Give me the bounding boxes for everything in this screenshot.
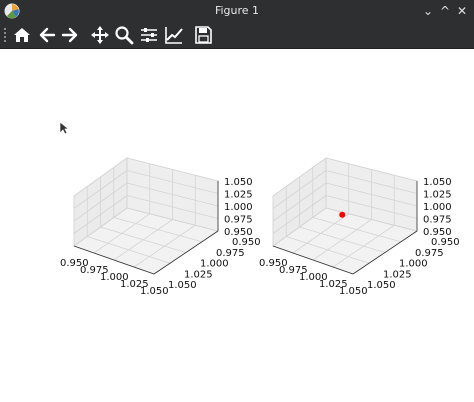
- z-tick-label: 1.025: [224, 190, 253, 201]
- z-tick-label: 1.000: [224, 202, 253, 213]
- z-tick-label: 1.050: [423, 177, 452, 188]
- axes-3d-left[interactable]: 0.9500.9751.0001.0251.0500.9500.9751.000…: [60, 157, 261, 297]
- z-tick-label: 0.975: [423, 215, 452, 226]
- figure-canvas[interactable]: 0.950 0.975 1.000 1.025 1.050 0.950 0.975 1.000…: [0, 49, 474, 402]
- z-tick-label: 1.025: [423, 190, 452, 201]
- title-bar[interactable]: Figure 1 ⌄ ^ ✕: [0, 0, 474, 22]
- save-floppy-icon: [195, 26, 212, 44]
- y-tick-label: 0.975: [216, 248, 245, 259]
- pan-move-icon: [91, 26, 109, 44]
- customize-button[interactable]: [163, 24, 185, 46]
- y-tick-label: 1.000: [200, 259, 229, 270]
- save-button[interactable]: [192, 24, 214, 46]
- maximize-button[interactable]: ^: [437, 2, 453, 20]
- z-tick-label: 0.975: [224, 215, 253, 226]
- close-button[interactable]: ✕: [454, 2, 470, 20]
- home-icon: [14, 28, 30, 42]
- y-tick-label: 0.975: [415, 248, 444, 259]
- minimize-button[interactable]: ⌄: [420, 2, 436, 20]
- data-point: [339, 211, 346, 218]
- z-tick-label: 1.050: [224, 177, 253, 188]
- subplots-button[interactable]: [138, 24, 160, 46]
- x-tick-label: 1.050: [140, 286, 169, 297]
- z-tick-label: 1.000: [423, 202, 452, 213]
- y-tick-label: 1.050: [367, 280, 396, 291]
- y-tick-label: 1.025: [184, 269, 213, 280]
- y-tick-label: 1.000: [399, 259, 428, 270]
- y-tick-label: 0.950: [431, 237, 460, 248]
- edit-axis-line-icon: [165, 27, 183, 44]
- home-button[interactable]: [11, 24, 33, 46]
- pan-button[interactable]: [89, 24, 111, 46]
- mouse-cursor-icon: [59, 120, 70, 135]
- window-title: Figure 1: [214, 4, 260, 17]
- zoom-magnifier-icon: [115, 26, 134, 45]
- configure-subplots-icon: [141, 28, 157, 42]
- y-tick-label: 0.950: [232, 237, 261, 248]
- axes-3d-right[interactable]: 0.9500.9751.0001.0251.0500.9500.9751.000…: [259, 157, 460, 297]
- x-tick-label: 1.050: [339, 286, 368, 297]
- forward-button[interactable]: [59, 24, 81, 46]
- z-tick-label: 0.950: [423, 227, 452, 238]
- z-tick-label: 0.950: [224, 227, 253, 238]
- navigation-toolbar: [0, 22, 474, 49]
- y-tick-label: 1.050: [168, 280, 197, 291]
- zoom-button[interactable]: [113, 24, 135, 46]
- back-button[interactable]: [36, 24, 58, 46]
- y-tick-label: 1.025: [383, 269, 412, 280]
- toolbar-grip-icon[interactable]: [4, 27, 8, 43]
- back-arrow-icon: [39, 27, 56, 43]
- forward-arrow-icon: [61, 27, 78, 43]
